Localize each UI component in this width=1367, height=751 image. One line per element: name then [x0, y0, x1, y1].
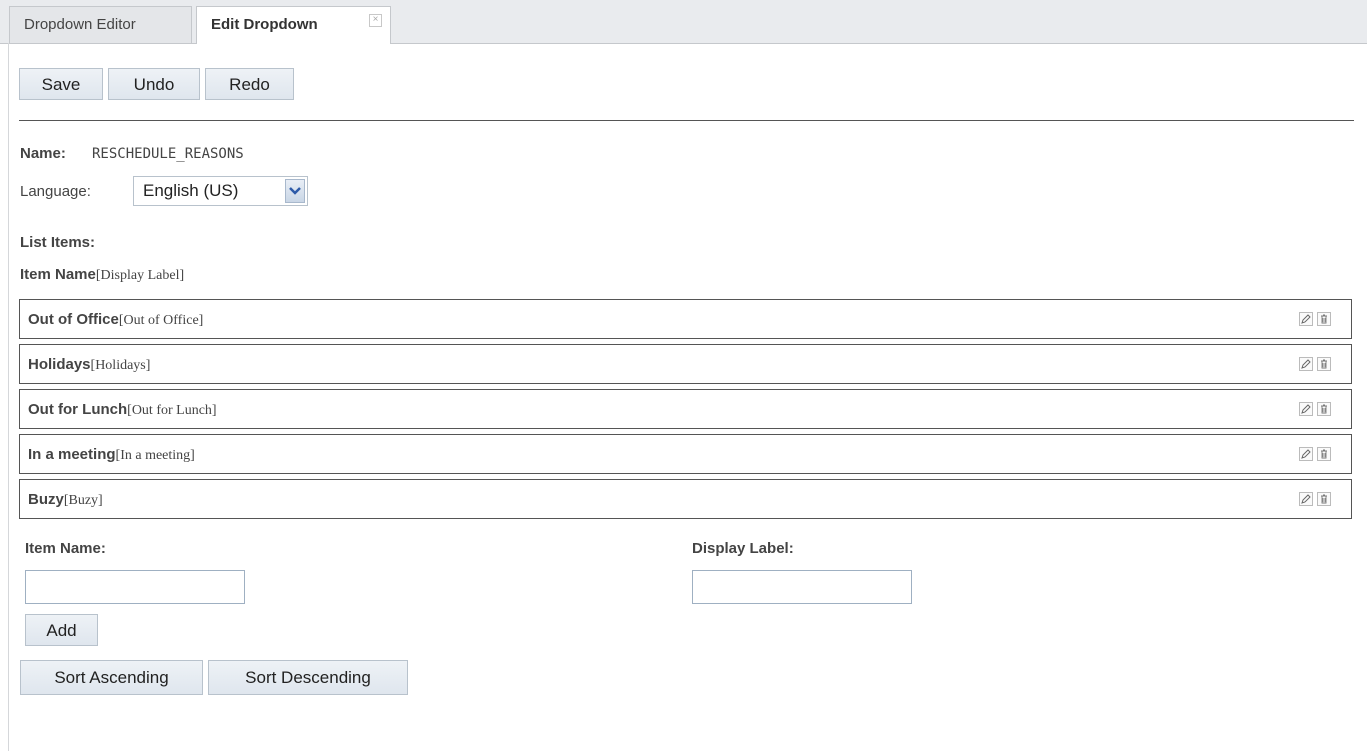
- redo-button[interactable]: Redo: [205, 68, 294, 100]
- list-item[interactable]: Buzy[Buzy]: [19, 479, 1352, 519]
- list-item-name: Out for Lunch: [28, 401, 128, 418]
- tab-label: Edit Dropdown: [211, 16, 318, 33]
- language-label: Language:: [20, 183, 91, 200]
- item-name-input[interactable]: [25, 570, 245, 604]
- pencil-icon[interactable]: [1299, 357, 1313, 371]
- tab-label: Dropdown Editor: [24, 16, 136, 33]
- language-select-value: English (US): [143, 181, 239, 200]
- list-item-name: In a meeting: [28, 446, 116, 463]
- display-label-label: Display Label:: [692, 540, 794, 557]
- pencil-icon[interactable]: [1299, 492, 1313, 506]
- list-item-display-label: [Holidays]: [90, 358, 151, 373]
- display-label-input[interactable]: [692, 570, 912, 604]
- list-item[interactable]: Out for Lunch[Out for Lunch]: [19, 389, 1352, 429]
- list-item-text: Holidays[Holidays]: [28, 356, 150, 374]
- undo-button[interactable]: Undo: [108, 68, 200, 100]
- toolbar-divider: [19, 120, 1354, 121]
- trash-icon[interactable]: [1317, 447, 1331, 461]
- list-item-name: Buzy: [28, 491, 64, 508]
- item-header-name: Item Name: [20, 266, 96, 283]
- trash-icon[interactable]: [1317, 402, 1331, 416]
- tab-edit-dropdown[interactable]: Edit Dropdown ×: [196, 6, 391, 44]
- pencil-icon[interactable]: [1299, 447, 1313, 461]
- sort-descending-button[interactable]: Sort Descending: [208, 660, 408, 695]
- trash-icon[interactable]: [1317, 312, 1331, 326]
- list-item[interactable]: Holidays[Holidays]: [19, 344, 1352, 384]
- pencil-icon[interactable]: [1299, 402, 1313, 416]
- add-button[interactable]: Add: [25, 614, 98, 646]
- list-item[interactable]: Out of Office[Out of Office]: [19, 299, 1352, 339]
- list-item-text: Buzy[Buzy]: [28, 491, 103, 509]
- item-header: Item Name[Display Label]: [20, 266, 184, 284]
- chevron-down-icon[interactable]: [285, 179, 305, 203]
- pencil-icon[interactable]: [1299, 312, 1313, 326]
- list-item-display-label: [Buzy]: [63, 493, 103, 508]
- list-item-display-label: [Out for Lunch]: [127, 403, 217, 418]
- name-value: RESCHEDULE_REASONS: [92, 146, 244, 162]
- item-header-label: [Display Label]: [95, 268, 185, 283]
- save-button[interactable]: Save: [19, 68, 103, 100]
- list-item[interactable]: In a meeting[In a meeting]: [19, 434, 1352, 474]
- language-select[interactable]: English (US): [133, 176, 308, 206]
- list-item-text: In a meeting[In a meeting]: [28, 446, 195, 464]
- close-icon[interactable]: ×: [369, 14, 382, 27]
- tab-bar: Dropdown Editor Edit Dropdown ×: [0, 0, 1367, 44]
- list-item-display-label: [In a meeting]: [115, 448, 195, 463]
- item-name-label: Item Name:: [25, 540, 106, 557]
- list-item-text: Out of Office[Out of Office]: [28, 311, 203, 329]
- list-item-name: Out of Office: [28, 311, 119, 328]
- list-item-name: Holidays: [28, 356, 91, 373]
- name-label: Name:: [20, 145, 66, 162]
- trash-icon[interactable]: [1317, 357, 1331, 371]
- content-border: [8, 43, 9, 751]
- tab-dropdown-editor[interactable]: Dropdown Editor: [9, 6, 192, 43]
- sort-ascending-button[interactable]: Sort Ascending: [20, 660, 203, 695]
- list-items-label: List Items:: [20, 234, 96, 251]
- trash-icon[interactable]: [1317, 492, 1331, 506]
- list-item-text: Out for Lunch[Out for Lunch]: [28, 401, 217, 419]
- list-item-display-label: [Out of Office]: [118, 313, 204, 328]
